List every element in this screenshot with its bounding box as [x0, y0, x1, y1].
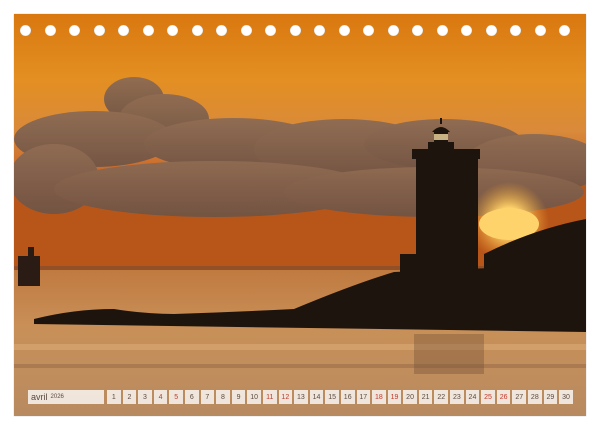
- binding-hole: [363, 25, 374, 36]
- day-cell: 11: [262, 390, 277, 404]
- day-cell: 24: [465, 390, 480, 404]
- binding-hole: [216, 25, 227, 36]
- calendar-page: avril 2026 1 2 3 4 5 6 7 8 9 10 11 12 13 14 15 16 17 18 19…: [0, 0, 600, 431]
- binding-hole: [559, 25, 570, 36]
- binding-hole: [240, 25, 252, 36]
- binding-hole: [436, 25, 448, 36]
- day-cell: 29: [543, 390, 558, 404]
- day-cell: 12: [278, 390, 293, 404]
- day-cell: 10: [247, 390, 261, 404]
- binding-hole: [44, 25, 56, 36]
- day-cell: 17: [356, 390, 371, 404]
- day-cell: 13: [294, 390, 308, 404]
- day-cell: 2: [122, 390, 137, 404]
- lighthouse-sunset-photo: [14, 14, 586, 416]
- year: 2026: [50, 394, 64, 400]
- binding-hole: [461, 25, 472, 36]
- day-cell: 1: [107, 390, 121, 404]
- day-cell: 27: [512, 390, 527, 404]
- day-cells: 1 2 3 4 5 6 7 8 9 10 11 12 13 14 15 16 17 18 19 20 21 22 23 24 2…: [107, 390, 573, 404]
- day-cell: 20: [403, 390, 417, 404]
- binding-hole: [412, 25, 423, 36]
- binding-hole: [387, 25, 399, 36]
- small-tower: [18, 256, 40, 286]
- day-cell: 6: [184, 390, 199, 404]
- day-cell: 14: [309, 390, 324, 404]
- binding-hole: [265, 25, 276, 36]
- binding-hole: [534, 25, 546, 36]
- binding-hole: [510, 25, 521, 36]
- binding-hole: [20, 25, 31, 36]
- day-cell: 30: [559, 390, 573, 404]
- month-label: avril 2026: [28, 390, 104, 404]
- day-cell: 16: [340, 390, 355, 404]
- binding-hole: [289, 25, 301, 36]
- photo-canvas: [14, 14, 586, 416]
- day-cell: 4: [153, 390, 168, 404]
- binding-hole: [93, 25, 105, 36]
- day-cell: 21: [418, 390, 433, 404]
- day-cell: 5: [169, 390, 183, 404]
- binding-hole: [314, 25, 325, 36]
- day-cell: 28: [528, 390, 542, 404]
- binding-hole: [167, 25, 178, 36]
- day-cell: 23: [450, 390, 464, 404]
- calendar-strip: avril 2026 1 2 3 4 5 6 7 8 9 10 11 12 13 14 15 16 17 18 19…: [28, 390, 573, 404]
- day-cell: 15: [325, 390, 339, 404]
- binding-hole: [69, 25, 80, 36]
- day-cell: 3: [138, 390, 152, 404]
- day-cell: 25: [481, 390, 495, 404]
- binding-hole: [118, 25, 129, 36]
- binding-hole: [485, 25, 497, 36]
- day-cell: 9: [231, 390, 246, 404]
- binding-hole: [191, 25, 203, 36]
- day-cell: 19: [387, 390, 402, 404]
- day-cell: 8: [216, 390, 230, 404]
- day-cell: 7: [200, 390, 215, 404]
- lighthouse-lamp: [434, 134, 448, 140]
- day-cell: 22: [434, 390, 449, 404]
- day-cell: 18: [372, 390, 386, 404]
- binding-hole: [142, 25, 154, 36]
- binding-hole: [338, 25, 350, 36]
- binding-holes: [14, 25, 586, 39]
- day-cell: 26: [496, 390, 511, 404]
- month-name: avril: [31, 392, 48, 402]
